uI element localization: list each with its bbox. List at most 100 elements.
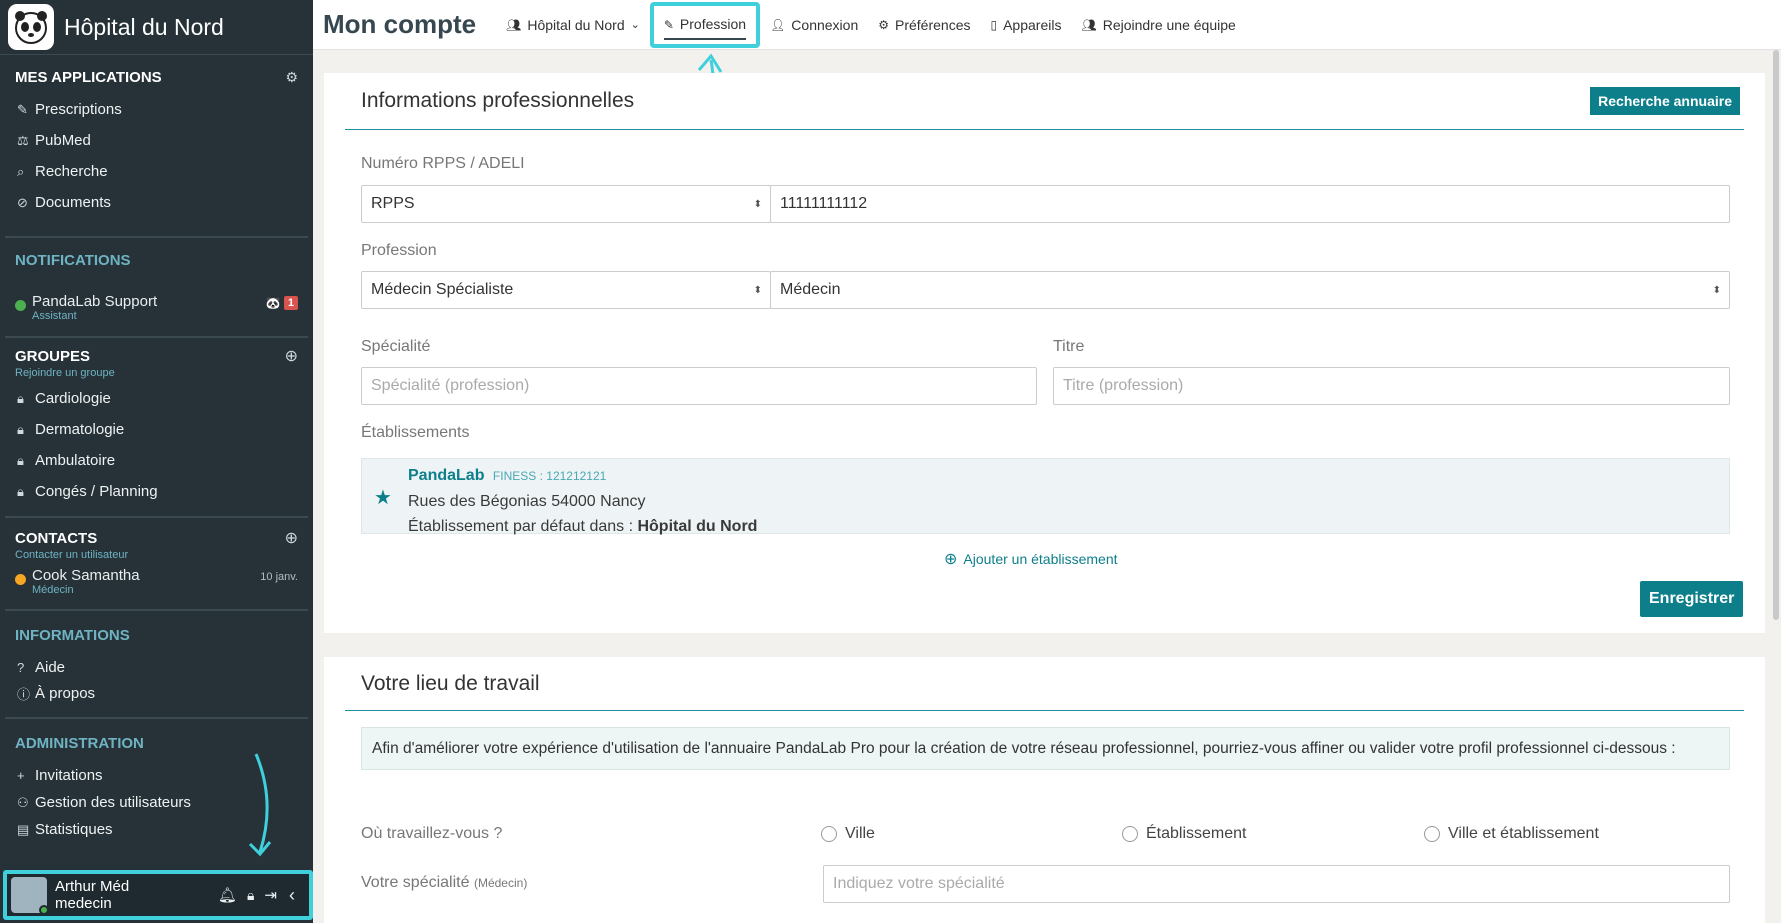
default-star-icon[interactable]: ★	[374, 485, 392, 510]
sidebar-item-label: Statistiques	[35, 821, 113, 838]
contact-item[interactable]: Cook Samantha Médecin 10 janv.	[5, 567, 308, 596]
notification-item[interactable]: PandaLab Support Assistant 🐼 1	[5, 293, 308, 322]
profession-select[interactable]: Médecin ⬍	[770, 271, 1730, 309]
unread-badge: 1	[283, 296, 298, 310]
specialite-input[interactable]: Spécialité (profession)	[361, 367, 1037, 405]
groups-section: GROUPES ⊕ Rejoindre un groupe 🔒︎ Cardiolog…	[5, 338, 308, 518]
user-name: Arthur Méd	[55, 878, 130, 895]
select-arrows-icon: ⬍	[753, 284, 762, 296]
card-title: Votre lieu de travail	[361, 671, 540, 695]
online-status-dot	[39, 905, 49, 915]
info-icon: ⓘ	[17, 686, 31, 702]
rpps-label: Numéro RPPS / ADELI	[361, 155, 525, 172]
contacts-title: CONTACTS	[15, 529, 98, 547]
panda-logo-icon	[8, 4, 54, 50]
notifications-section: NOTIFICATIONS PandaLab Support Assistant…	[5, 238, 308, 338]
administration-title: ADMINISTRATION	[15, 735, 144, 752]
sidebar-item-label: Ambulatoire	[35, 452, 116, 469]
chevron-down-icon: ⌄	[630, 19, 640, 31]
sidebar-item-ambulatoire[interactable]: 🔒︎ Ambulatoire	[5, 445, 308, 476]
tab-hopital[interactable]: 👥︎ Hôpital du Nord ⌄	[496, 0, 650, 50]
profession-value: Médecin	[780, 281, 841, 298]
sidebar-item-pubmed[interactable]: ⚖ PubMed	[5, 125, 308, 156]
work-specialite-text: Votre spécialité	[361, 874, 470, 891]
sidebar-item-dermatologie[interactable]: 🔒︎ Dermatologie	[5, 414, 308, 445]
prescription-icon: ✎	[17, 101, 28, 117]
sidebar-item-apropos[interactable]: ⓘ À propos	[5, 680, 308, 706]
logout-icon[interactable]: ⇥	[264, 886, 277, 904]
tab-appareils[interactable]: ▯ Appareils	[980, 0, 1071, 50]
sidebar-item-label: Dermatologie	[35, 421, 125, 438]
directory-search-button[interactable]: Recherche annuaire	[1590, 87, 1740, 115]
lock-icon: 🔒︎	[17, 421, 24, 437]
sidebar-item-documents[interactable]: ⊘ Documents	[5, 187, 308, 218]
lock-icon: 🔒︎	[17, 390, 24, 406]
sidebar-item-cardiologie[interactable]: 🔒︎ Cardiologie	[5, 383, 308, 414]
main: Mon compte 👥︎ Hôpital du Nord ⌄ ✎ Professio…	[313, 0, 1781, 923]
specialite-placeholder: Spécialité (profession)	[371, 377, 530, 394]
save-button[interactable]: Enregistrer	[1640, 581, 1744, 617]
profession-icon: ✎	[663, 17, 674, 32]
tab-label: Rejoindre une équipe	[1102, 16, 1236, 33]
collapse-chevron-icon[interactable]: ‹	[289, 885, 295, 906]
sidebar-item-prescriptions[interactable]: ✎ Prescriptions	[5, 94, 308, 125]
add-contact-icon[interactable]: ⊕	[285, 528, 298, 548]
rpps-type-select[interactable]: RPPS ⬍	[361, 185, 771, 223]
add-group-icon[interactable]: ⊕	[285, 346, 298, 366]
help-icon: ?	[17, 659, 25, 675]
sidebar-item-label: Aide	[35, 658, 66, 676]
avatar[interactable]	[11, 877, 49, 915]
profession-category-select[interactable]: Médecin Spécialiste ⬍	[361, 271, 771, 309]
brand[interactable]: Hôpital du Nord	[0, 0, 313, 55]
where-label: Où travaillez-vous ?	[361, 825, 503, 842]
search-icon: ⌕	[17, 163, 25, 179]
contact-name: Cook Samantha	[32, 567, 140, 584]
radio-ville-etablissement[interactable]: Ville et établissement	[1424, 825, 1599, 843]
sidebar-item-label: Gestion des utilisateurs	[35, 794, 191, 811]
tab-label: Connexion	[791, 16, 859, 33]
rpps-number-input[interactable]: 11111111112	[770, 185, 1730, 223]
titre-label: Titre	[1053, 338, 1085, 355]
tab-label: Profession	[679, 15, 747, 32]
profession-label: Profession	[361, 242, 437, 259]
user-icon: 👤︎	[770, 17, 786, 32]
sidebar-item-recherche[interactable]: ⌕ Recherche	[5, 156, 308, 187]
radio-ville[interactable]: Ville	[821, 825, 875, 843]
sidebar-item-label: Congés / Planning	[35, 483, 158, 500]
sidebar-item-aide[interactable]: ? Aide	[5, 654, 308, 680]
page-title: Mon compte	[323, 9, 477, 39]
etablissements-label: Établissements	[361, 424, 470, 441]
device-icon: ▯	[990, 17, 998, 32]
radio-etablissement[interactable]: Établissement	[1122, 825, 1247, 843]
sidebar-item-label: Invitations	[35, 767, 103, 784]
contacts-subtitle[interactable]: Contacter un utilisateur	[5, 549, 308, 561]
tab-rejoindre[interactable]: 👥︎ Rejoindre une équipe	[1071, 0, 1245, 50]
apps-section: MES APPLICATIONS ⚙ ✎ Prescriptions ⚖ PubMed…	[5, 55, 308, 238]
panda-icon: 🐼	[265, 296, 281, 310]
add-etablissement-link[interactable]: ⊕ Ajouter un établissement	[944, 549, 1118, 569]
scrollbar[interactable]	[1773, 50, 1779, 620]
groups-title: GROUPES	[15, 347, 91, 365]
tab-profession[interactable]: ✎ Profession	[649, 1, 761, 48]
specialite-label: Spécialité	[361, 338, 431, 355]
sidebar-item-conges[interactable]: 🔒︎ Congés / Planning	[5, 476, 308, 507]
annotation-arrow-down	[248, 753, 272, 857]
bell-icon[interactable]: 🔔︎	[218, 886, 237, 904]
lock-icon[interactable]: 🔒︎	[247, 887, 254, 904]
tab-connexion[interactable]: 👤︎ Connexion	[760, 0, 868, 50]
tab-preferences[interactable]: ⚙ Préférences	[868, 0, 980, 50]
gear-icon[interactable]: ⚙	[285, 69, 298, 86]
etablissement-item[interactable]: ★ PandaLab FINESS : 121212121 Rues des B…	[361, 458, 1730, 535]
contact-role: Médecin	[32, 584, 74, 596]
radio-circle	[1424, 826, 1440, 842]
work-specialite-input[interactable]: Indiquez votre spécialité	[823, 865, 1730, 903]
contact-date: 10 janv.	[260, 571, 298, 583]
user-bar[interactable]: Arthur Méd medecin 🔔︎ 🔒︎ ⇥ ‹	[3, 870, 313, 920]
sidebar-item-label: À propos	[35, 684, 96, 702]
work-specialite-label: Votre spécialité (Médecin)	[361, 874, 527, 892]
team-icon: 👥︎	[506, 17, 522, 32]
users-icon: ⚇	[17, 794, 29, 810]
groups-subtitle[interactable]: Rejoindre un groupe	[5, 367, 308, 379]
radio-circle	[1122, 826, 1138, 842]
titre-input[interactable]: Titre (profession)	[1053, 367, 1730, 405]
